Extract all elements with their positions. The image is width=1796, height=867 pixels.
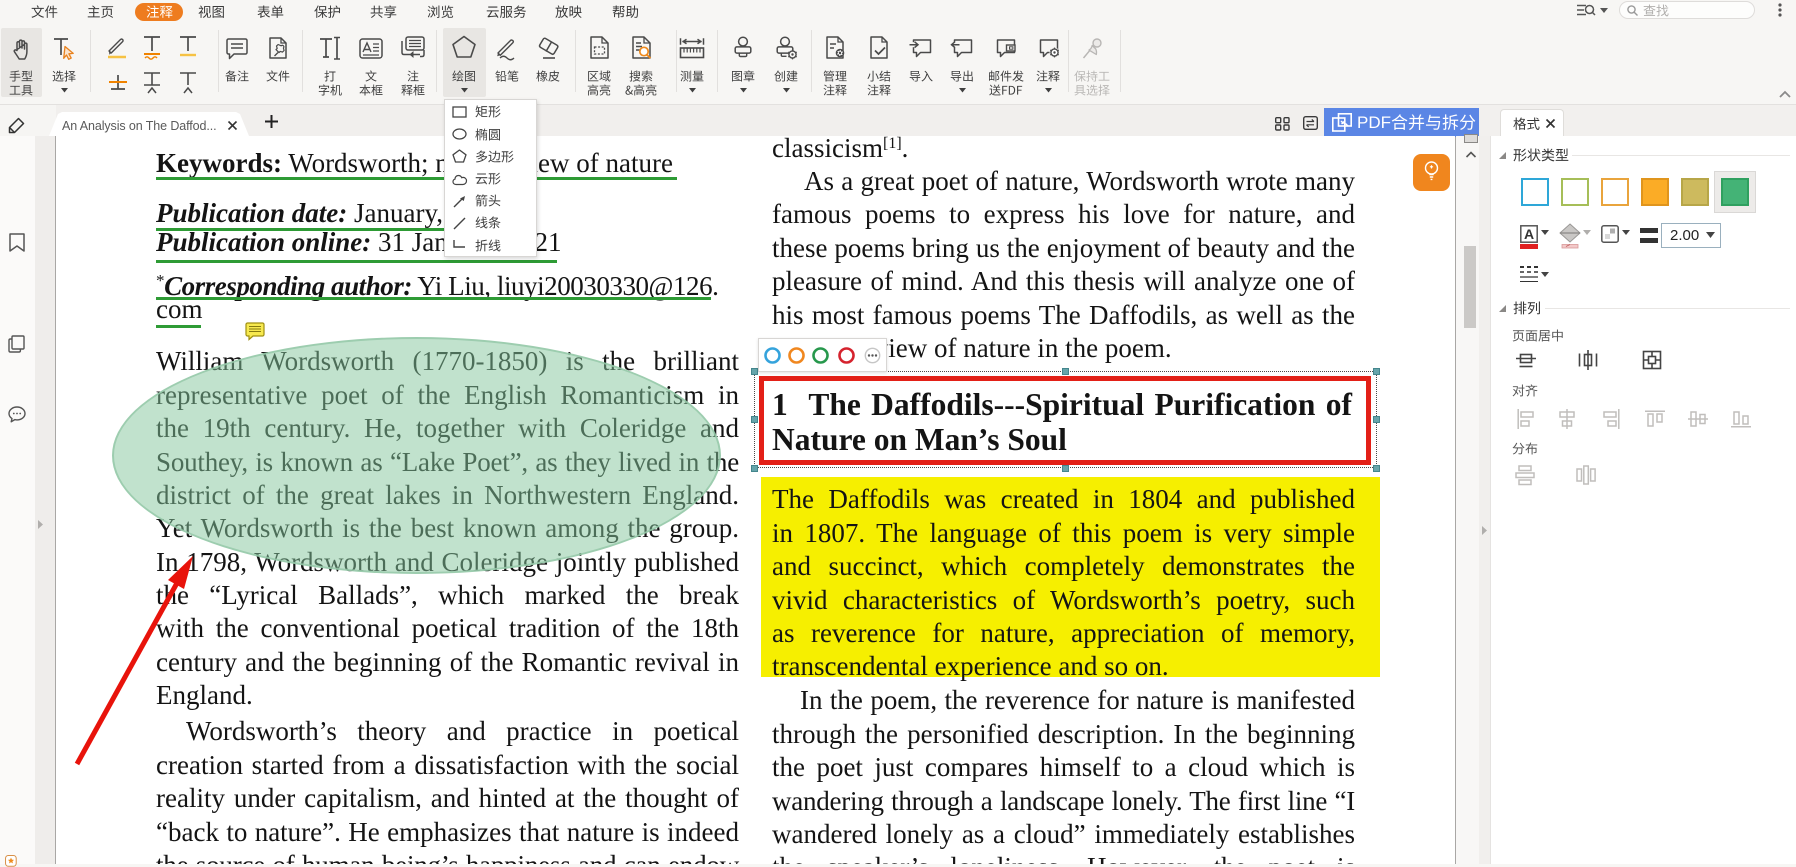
svg-text:A: A	[1524, 226, 1534, 242]
